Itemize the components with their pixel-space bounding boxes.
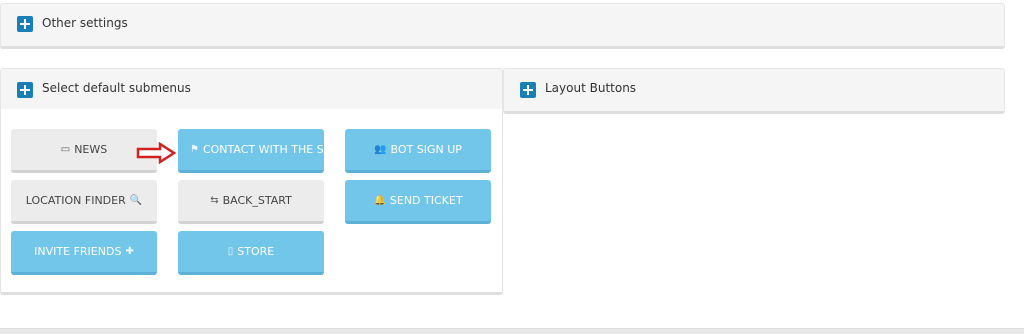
- submenu-button-label: SEND TICKET: [389, 194, 463, 207]
- submenu-button-bot-sign-up[interactable]: 👥 BOT SIGN UP: [345, 129, 491, 173]
- submenu-button-send-ticket[interactable]: 🔔 SEND TICKET: [345, 180, 491, 224]
- expand-plus-icon[interactable]: [17, 16, 33, 32]
- default-submenus-title[interactable]: Select default submenus: [42, 81, 191, 95]
- bell-icon: 🔔: [373, 195, 386, 206]
- red-arrow-icon: [136, 142, 176, 164]
- submenu-button-back-start[interactable]: ⇆ BACK_START: [178, 180, 324, 224]
- submenu-button-label: NEWS: [74, 143, 108, 156]
- submenu-button-label: INVITE FRIENDS: [34, 245, 122, 258]
- submenu-button-label: STORE: [237, 245, 275, 258]
- other-settings-panel: Other settings: [0, 3, 1005, 49]
- sliders-icon: ⇆: [210, 195, 219, 206]
- expand-plus-icon[interactable]: [17, 82, 33, 98]
- plus-icon: ✚: [125, 246, 134, 257]
- submenu-button-label: BOT SIGN UP: [390, 143, 462, 156]
- newspaper-icon: ▭: [60, 144, 71, 155]
- bottom-panel-edge: [0, 328, 1024, 334]
- submenu-button-location-finder[interactable]: LOCATION FINDER 🔍: [11, 180, 157, 224]
- submenu-button-contact[interactable]: ⚑ CONTACT WITH THE SU: [178, 129, 324, 173]
- submenu-button-label: LOCATION FINDER: [25, 194, 126, 207]
- submenu-button-invite-friends[interactable]: INVITE FRIENDS ✚: [11, 231, 157, 275]
- other-settings-title[interactable]: Other settings: [42, 16, 128, 30]
- submenu-button-store[interactable]: ▯ STORE: [178, 231, 324, 275]
- layout-buttons-title[interactable]: Layout Buttons: [545, 81, 636, 95]
- users-icon: 👥: [374, 144, 387, 155]
- layout-buttons-panel: Layout Buttons: [503, 68, 1005, 114]
- flag-icon: ⚑: [190, 144, 199, 155]
- submenu-button-label: CONTACT WITH THE SU: [202, 143, 324, 156]
- submenu-button-label: BACK_START: [222, 194, 292, 207]
- square-icon: ▯: [227, 246, 234, 257]
- expand-plus-icon[interactable]: [520, 82, 536, 98]
- search-icon: 🔍: [129, 195, 143, 206]
